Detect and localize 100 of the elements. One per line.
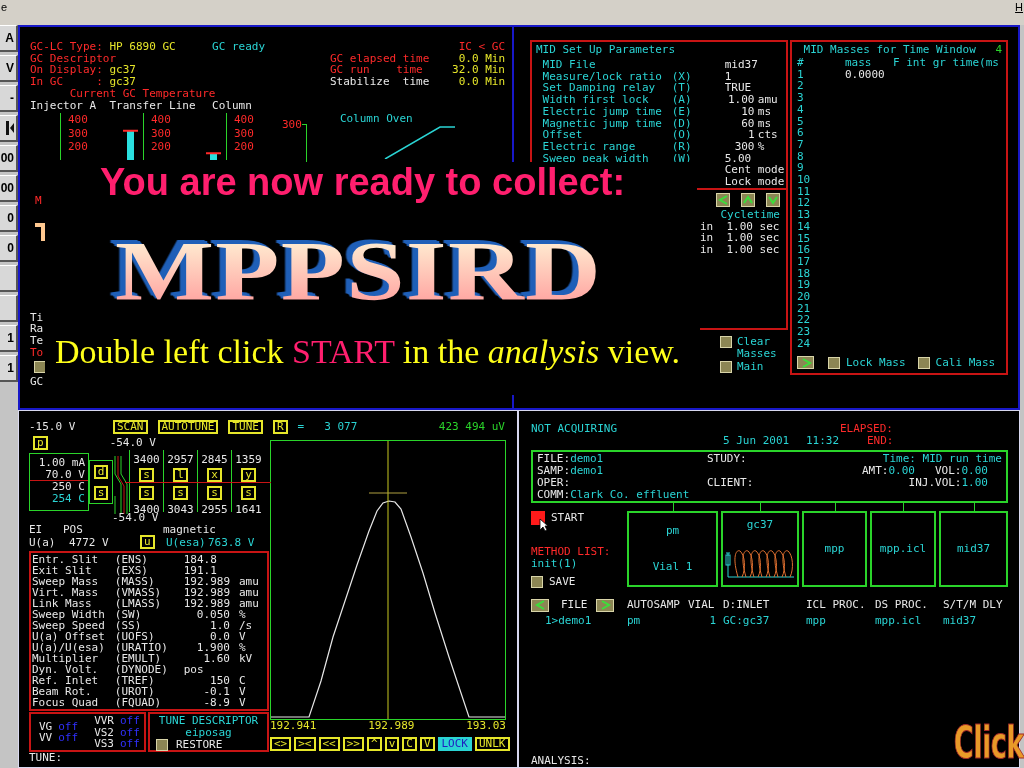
ratio-reading: 3 077 [324, 421, 358, 433]
parameter-code: (SS) [114, 620, 142, 632]
arrow-left-icon [716, 194, 729, 206]
lens-button[interactable]: s [241, 486, 256, 500]
menu-item[interactable]: H [1015, 0, 1023, 14]
axis-label: 193.03 [466, 720, 506, 732]
parameter-value: 1 [746, 129, 755, 141]
parameter-unit: amu [238, 598, 260, 610]
method-name: mpp.icl [879, 543, 927, 556]
valve-label: VV [39, 732, 53, 745]
lens-button[interactable]: l [173, 468, 188, 482]
side-button[interactable] [0, 115, 18, 142]
plot-button[interactable]: >> [342, 737, 364, 751]
mode-text: IC < GC [458, 41, 505, 53]
parameter-code: (FQUAD) [114, 697, 163, 709]
field-type: magnetic [163, 523, 217, 536]
lens-button[interactable]: s [139, 468, 154, 482]
parameter-code: (EXS) [114, 565, 148, 577]
axis-label: 192.941 [270, 720, 317, 732]
checkbox[interactable] [917, 356, 930, 369]
plot-button[interactable]: LOCK [437, 737, 472, 751]
checkbox[interactable] [720, 361, 732, 374]
table-cell-text: mid37 [943, 614, 978, 627]
lens-button[interactable]: y [241, 468, 256, 482]
method-name: pm [665, 525, 680, 538]
option-label: Main [737, 361, 765, 374]
side-button[interactable]: 00 [0, 145, 18, 172]
plot-button[interactable]: UNLK [475, 737, 510, 751]
lens-button[interactable]: s [139, 486, 154, 500]
oven-title: Column Oven [338, 113, 414, 126]
side-button[interactable] [0, 295, 18, 322]
cycle-prefix: in [700, 244, 715, 256]
mode-button[interactable]: AUTOTUNE [157, 420, 219, 434]
panel-title: MID Set Up Parameters [536, 44, 677, 56]
parameter-label: Electric range [542, 140, 637, 153]
arrow-button[interactable] [715, 193, 730, 207]
checkbox[interactable] [720, 336, 732, 348]
side-button[interactable] [0, 265, 18, 292]
mode-button[interactable]: TUNE [228, 420, 263, 434]
checkbox[interactable] [531, 575, 543, 588]
previous-button[interactable] [531, 598, 549, 612]
plot-button[interactable]: v [384, 737, 400, 751]
parameter-label: U(a)/U(esa) [32, 642, 106, 654]
tick-label: 300 [234, 126, 254, 141]
tick-label: 400 [151, 113, 171, 127]
checkbox[interactable] [828, 356, 840, 369]
tick-label: 300 [151, 126, 171, 141]
side-button[interactable]: - [0, 85, 18, 112]
parameter-code: (URATIO) [114, 642, 169, 654]
time-mode: Time: MID run time [882, 453, 1002, 466]
lens-button[interactable]: d [93, 464, 109, 479]
field-label: FILE: [537, 452, 571, 466]
vial-label: Vial 1 [652, 561, 693, 574]
side-button[interactable]: 0 [0, 235, 18, 262]
side-button[interactable]: 1 [0, 355, 18, 382]
side-button[interactable]: 0 [0, 205, 18, 232]
plot-button[interactable]: ^ [367, 737, 382, 751]
mass-value: 0.0000 [845, 68, 886, 81]
parameter-unit: ms [756, 105, 773, 118]
parameter-unit: amu [238, 587, 260, 599]
lens-button[interactable]: s [173, 486, 188, 500]
start-button[interactable]: START [531, 511, 585, 526]
valve-state: off [58, 720, 79, 733]
plot-button[interactable]: << [318, 737, 340, 751]
lens-button[interactable]: s [207, 486, 222, 500]
field-label: CLIENT: [707, 475, 754, 489]
row-number: 7 [797, 138, 805, 151]
descriptor-title: TUNE DESCRIPTOR [157, 715, 260, 728]
mode-button[interactable]: R [273, 420, 288, 434]
field-value: 1.00 [961, 475, 988, 489]
row-number: 17 [797, 255, 812, 268]
side-button[interactable]: 1 [0, 325, 18, 352]
lens-button[interactable]: s [93, 485, 109, 500]
plot-button[interactable]: V [419, 737, 435, 751]
gauge-label: Column [212, 99, 252, 112]
side-button[interactable]: 00 [0, 175, 18, 202]
parameter-label: Focus Quad [32, 697, 100, 709]
menu-item[interactable]: e [1, 0, 8, 14]
row-number: 24 [797, 337, 812, 350]
bar-icon [6, 121, 14, 135]
plot-button[interactable]: >< [294, 737, 316, 751]
descriptor-name: eiposag [184, 727, 233, 739]
plot-button[interactable]: C [402, 737, 417, 751]
plot-button[interactable]: <> [270, 737, 292, 751]
tick-label: 200 [234, 140, 254, 154]
p-button[interactable]: p [33, 436, 48, 450]
checkbox[interactable] [34, 361, 46, 374]
tick-label: 300 [68, 126, 88, 141]
u-button[interactable]: u [140, 535, 155, 550]
option-label: Lock Mass [846, 356, 906, 369]
parameter-code: (UOFS) [114, 631, 155, 643]
side-button[interactable]: A [0, 25, 18, 52]
lens-value: 2955 [201, 503, 228, 516]
arrow-button[interactable] [766, 193, 781, 207]
mode-button[interactable]: SCAN [113, 420, 148, 434]
next-button[interactable] [595, 598, 614, 612]
side-button[interactable]: V [0, 55, 18, 82]
checkbox[interactable] [156, 738, 168, 751]
valve-label: VS3 [94, 738, 114, 750]
lens-button[interactable]: x [207, 468, 222, 482]
